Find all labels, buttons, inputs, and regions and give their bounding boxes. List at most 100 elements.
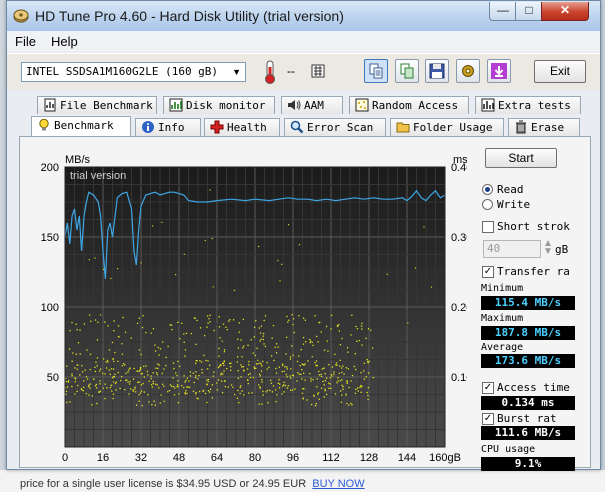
minimum-label: Minimum bbox=[481, 283, 524, 294]
access-time-point bbox=[237, 389, 239, 392]
y-left-unit: MB/s bbox=[65, 154, 91, 166]
maximize-icon: □ bbox=[525, 3, 533, 17]
menu-help[interactable]: Help bbox=[51, 34, 78, 49]
x-tick-label: 112 bbox=[322, 452, 340, 464]
background-buy-now-link[interactable]: BUY NOW bbox=[312, 478, 364, 490]
access-time-point bbox=[108, 369, 110, 371]
access-time-point bbox=[232, 386, 234, 388]
short-stroke-checkbox[interactable] bbox=[482, 221, 494, 233]
access-time-point bbox=[346, 382, 348, 385]
access-time-point bbox=[348, 386, 350, 389]
access-time-point bbox=[342, 386, 344, 388]
access-time-point bbox=[340, 367, 343, 369]
access-time-point bbox=[150, 332, 152, 334]
tab-info[interactable]: Info bbox=[135, 118, 201, 136]
access-time-point bbox=[302, 343, 305, 345]
access-time-point bbox=[367, 394, 369, 397]
access-time-point bbox=[151, 403, 153, 406]
access-time-point bbox=[262, 338, 264, 341]
access-time-point bbox=[106, 359, 109, 362]
read-radio[interactable] bbox=[482, 184, 493, 195]
access-time-point bbox=[274, 346, 276, 348]
access-time-point bbox=[167, 391, 169, 393]
start-button[interactable]: Start bbox=[485, 148, 557, 168]
burst-rate-checkbox[interactable]: ✓ bbox=[482, 413, 494, 425]
title-bar[interactable]: HD Tune Pro 4.60 - Hard Disk Utility (tr… bbox=[7, 1, 600, 31]
download-button[interactable] bbox=[487, 59, 511, 83]
tab-folder-usage[interactable]: Folder Usage bbox=[390, 118, 504, 136]
access-time-point bbox=[339, 359, 341, 361]
access-time-point bbox=[206, 401, 208, 404]
access-time-point bbox=[334, 393, 337, 395]
access-time-point bbox=[253, 336, 255, 338]
maximize-button[interactable]: □ bbox=[515, 2, 543, 21]
tab-file-benchmark[interactable]: File Benchmark bbox=[37, 96, 157, 114]
copy-screenshot-button[interactable] bbox=[395, 59, 419, 83]
access-time-point bbox=[338, 323, 340, 326]
access-time-point bbox=[145, 365, 147, 367]
access-time-point bbox=[104, 373, 106, 375]
options-button[interactable] bbox=[456, 59, 480, 83]
access-time-point bbox=[257, 362, 259, 365]
access-time-point bbox=[367, 386, 370, 389]
access-time-point bbox=[248, 360, 250, 363]
access-time-point bbox=[227, 386, 229, 388]
access-time-point bbox=[94, 366, 96, 368]
access-time-point bbox=[222, 323, 225, 325]
access-time-point bbox=[302, 317, 305, 319]
transfer-rate-checkbox[interactable]: ✓ bbox=[482, 266, 494, 278]
minimize-button[interactable]: — bbox=[489, 2, 517, 21]
tab-erase[interactable]: Erase bbox=[508, 118, 580, 136]
access-time-point bbox=[88, 384, 90, 386]
x-tick-label: 16 bbox=[97, 452, 109, 464]
access-time-point bbox=[230, 366, 232, 368]
access-time-point bbox=[86, 378, 89, 380]
copy-text-button[interactable] bbox=[364, 59, 388, 83]
tab-aam[interactable]: AAM bbox=[281, 96, 343, 114]
access-time-point bbox=[114, 382, 117, 385]
short-stroke-stepper[interactable]: ▲ ▼ bbox=[543, 239, 553, 257]
tab-health[interactable]: Health bbox=[204, 118, 280, 136]
access-time-point bbox=[140, 373, 142, 375]
exit-button[interactable]: Exit bbox=[534, 60, 586, 83]
save-button[interactable] bbox=[425, 59, 449, 83]
access-time-point bbox=[195, 362, 197, 365]
close-button[interactable]: ✕ bbox=[541, 2, 589, 21]
access-time-point bbox=[97, 321, 99, 323]
tab-error-scan[interactable]: Error Scan bbox=[284, 118, 386, 136]
access-time-point bbox=[201, 372, 203, 374]
thermometer-icon bbox=[265, 60, 275, 84]
access-time-label: Access time bbox=[497, 381, 570, 394]
tab-random-access[interactable]: Random Access bbox=[349, 96, 469, 114]
access-time-point bbox=[138, 394, 140, 396]
write-radio[interactable] bbox=[482, 199, 493, 210]
short-stroke-size-input[interactable]: 40 bbox=[483, 240, 541, 258]
drive-select[interactable]: INTEL SSDSA1M160G2LE (160 gB) ▼ bbox=[21, 62, 246, 82]
access-time-point bbox=[255, 367, 257, 369]
tab-disk-monitor[interactable]: Disk monitor bbox=[163, 96, 275, 114]
access-time-point bbox=[251, 392, 253, 394]
checkmark-icon: ✓ bbox=[483, 266, 493, 277]
access-time-point bbox=[174, 387, 176, 389]
access-time-point bbox=[328, 382, 330, 384]
access-time-point bbox=[148, 401, 150, 403]
x-tick-label: 32 bbox=[135, 452, 147, 464]
tab-extra-tests[interactable]: Extra tests bbox=[475, 96, 581, 114]
access-time-point bbox=[248, 364, 250, 366]
disk-monitor-icon bbox=[169, 98, 183, 112]
access-time-outlier-point bbox=[414, 267, 417, 269]
access-time-point bbox=[96, 387, 98, 389]
access-time-point bbox=[269, 379, 272, 382]
access-time-point bbox=[117, 325, 120, 327]
access-time-point bbox=[351, 374, 354, 377]
access-time-point bbox=[202, 390, 204, 392]
access-time-point bbox=[356, 387, 359, 389]
access-time-point bbox=[134, 386, 136, 388]
tab-benchmark[interactable]: Benchmark bbox=[31, 116, 131, 136]
access-time-point bbox=[79, 374, 81, 376]
menu-file[interactable]: File bbox=[15, 34, 36, 49]
access-time-point bbox=[272, 385, 275, 387]
access-time-point bbox=[259, 387, 262, 389]
access-time-point bbox=[104, 321, 106, 323]
access-time-checkbox[interactable]: ✓ bbox=[482, 382, 494, 394]
